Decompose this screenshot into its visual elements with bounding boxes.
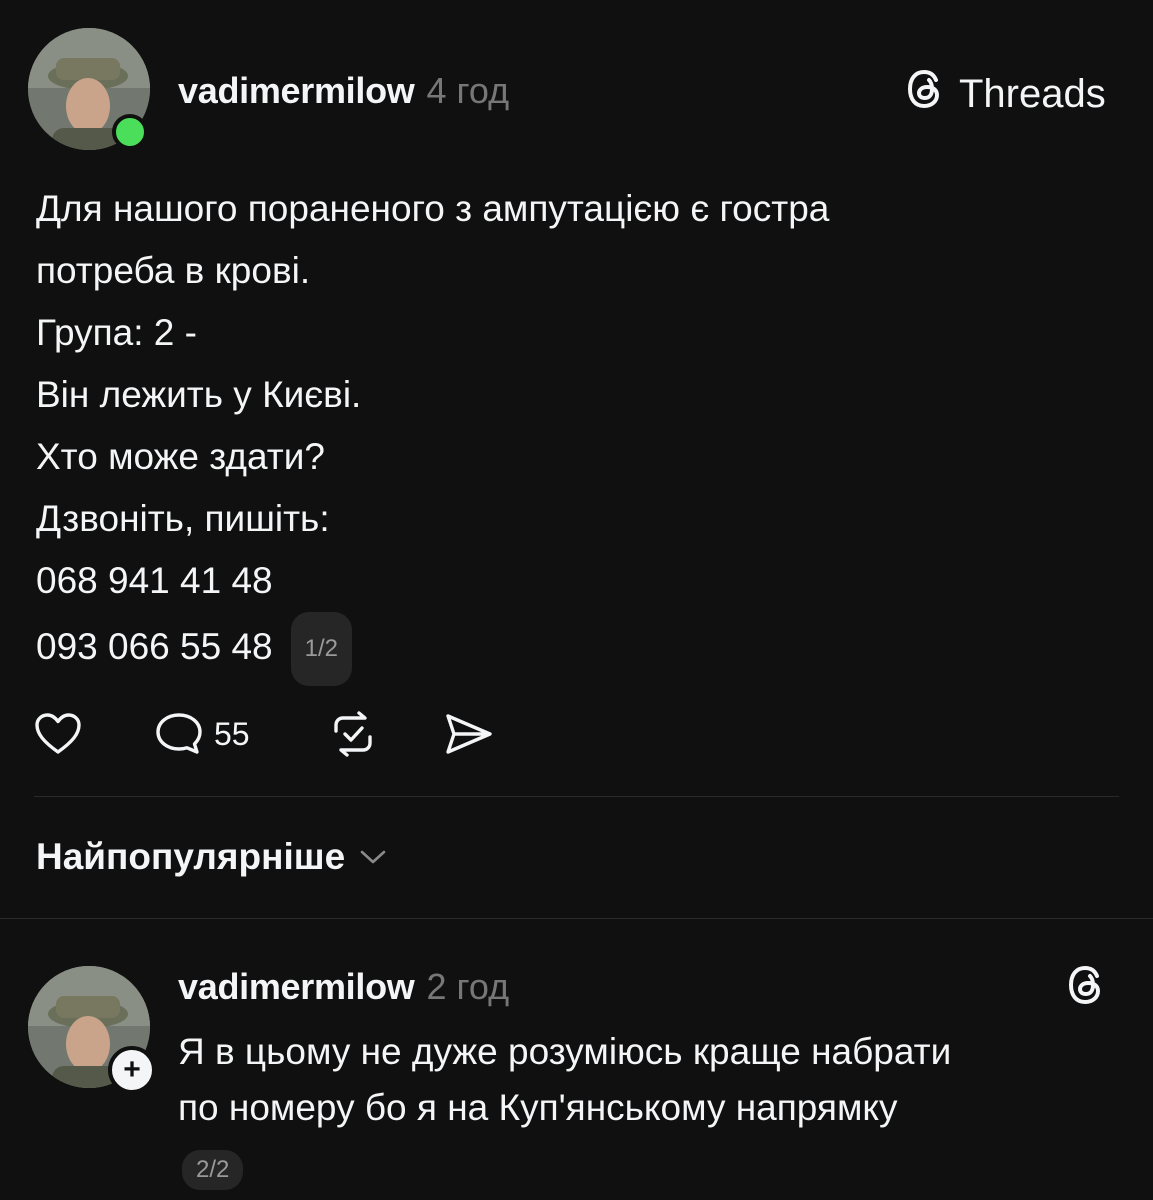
post-line: 068 941 41 48 bbox=[36, 560, 273, 601]
thread-counter: 1/2 bbox=[290, 612, 352, 686]
comment-count: 55 bbox=[214, 715, 250, 752]
comment-icon bbox=[154, 711, 204, 757]
threads-brand[interactable]: Threads bbox=[903, 66, 1106, 122]
phone-number[interactable]: 093 066 55 48 bbox=[36, 626, 273, 667]
heart-icon[interactable] bbox=[34, 712, 154, 756]
post-line: потреба в крові. bbox=[36, 250, 311, 291]
post-actions: 55 bbox=[34, 710, 494, 758]
reply-line: Я в цьому не дуже розуміюсь краще набрат… bbox=[178, 1031, 952, 1072]
repost-icon[interactable] bbox=[328, 711, 444, 757]
reply-time: 2 год bbox=[426, 966, 510, 1007]
post-username[interactable]: vadimermilow bbox=[178, 70, 415, 112]
post-line: Дзвоніть, пишіть: bbox=[36, 498, 330, 539]
brand-name: Threads bbox=[959, 71, 1106, 116]
online-status-dot bbox=[112, 114, 148, 150]
post-line: Для нашого пораненого з ампутацією є гос… bbox=[36, 188, 830, 229]
reply-line: по номеру бо я на Куп'янському напрямку bbox=[178, 1087, 898, 1128]
divider bbox=[0, 918, 1153, 919]
follow-button[interactable]: + bbox=[108, 1046, 156, 1094]
share-icon[interactable] bbox=[444, 711, 494, 757]
plus-icon: + bbox=[123, 1053, 141, 1086]
post-text: Для нашого пораненого з ампутацією є гос… bbox=[36, 178, 830, 686]
sort-dropdown[interactable]: Найпопулярніше bbox=[36, 836, 387, 878]
reply-username[interactable]: vadimermilow bbox=[178, 966, 415, 1008]
chevron-down-icon bbox=[359, 848, 387, 866]
sort-label: Найпопулярніше bbox=[36, 836, 346, 877]
threads-logo-icon bbox=[903, 66, 949, 122]
post-line: Хто може здати? bbox=[36, 436, 325, 477]
post-line: Він лежить у Києві. bbox=[36, 374, 362, 415]
divider bbox=[34, 796, 1119, 797]
reply-thread-counter: 2/2 bbox=[182, 1150, 244, 1190]
post-line: Група: 2 - bbox=[36, 312, 197, 353]
comment-button[interactable]: 55 bbox=[154, 711, 328, 757]
reply-text: Я в цьому не дуже розуміюсь краще набрат… bbox=[178, 1024, 951, 1136]
threads-logo-icon[interactable] bbox=[1064, 962, 1110, 1013]
post-line: 093 066 55 48 1/2 bbox=[36, 612, 829, 686]
post-time: 4 год bbox=[426, 70, 510, 111]
